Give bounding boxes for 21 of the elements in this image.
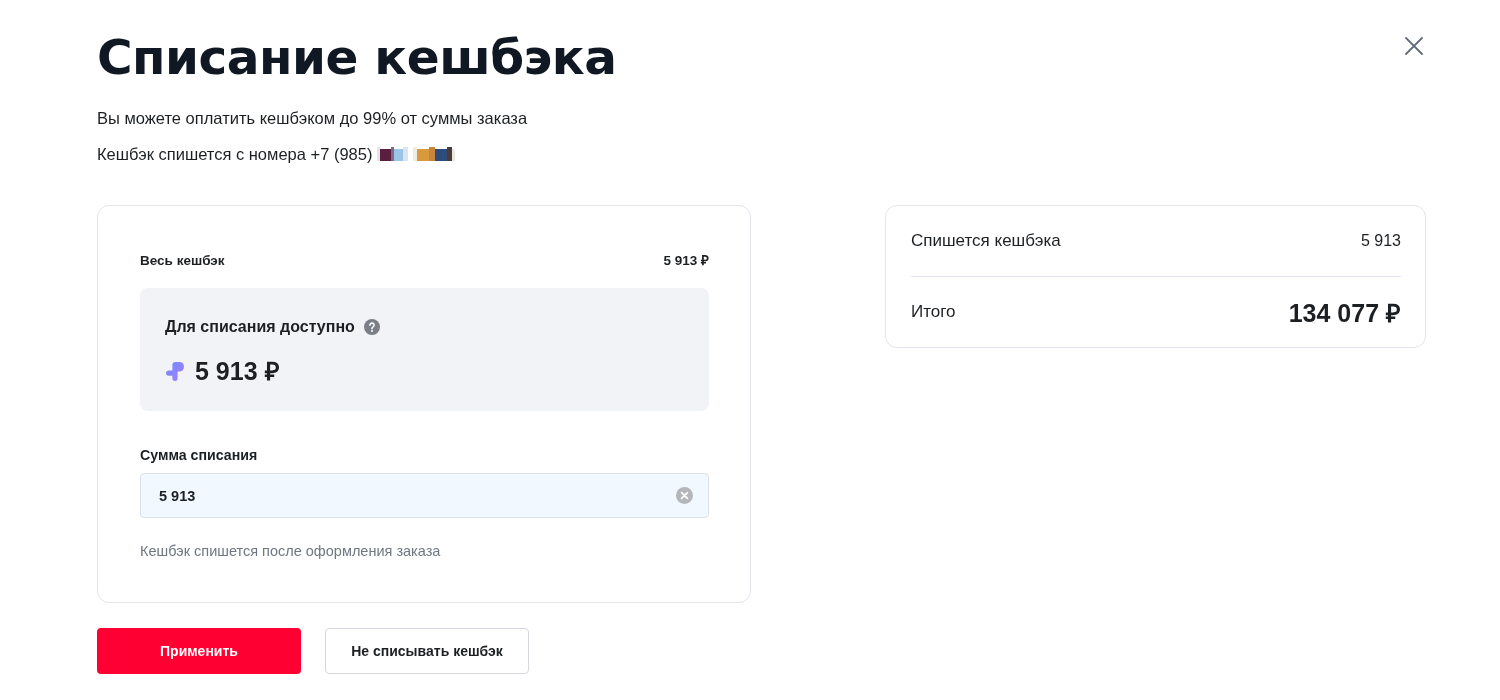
dialog-title: Списание кешбэка	[97, 28, 617, 87]
close-icon	[1405, 37, 1423, 55]
clear-icon[interactable]	[676, 487, 693, 504]
hint-text: Кешбэк спишется после оформления заказа	[140, 542, 441, 560]
total-value: 134 077 ₽	[1288, 298, 1401, 329]
cashback-value: 5 913	[1360, 232, 1401, 250]
amount-input[interactable]: 5 913	[140, 473, 709, 518]
available-label: Для списания доступно	[165, 317, 355, 337]
close-button[interactable]	[1405, 37, 1423, 55]
info-text: Вы можете оплатить кешбэком до 99% от суммы заказа	[97, 108, 528, 128]
cashback-icon	[165, 360, 186, 382]
amount-label: Сумма списания	[140, 446, 258, 464]
skip-cashback-button[interactable]: Не списывать кешбэк	[325, 628, 529, 674]
apply-button[interactable]: Применить	[97, 628, 301, 674]
phone-text: Кешбэк спишется с номера +7 (985)	[97, 144, 373, 164]
help-icon[interactable]	[363, 319, 380, 335]
available-amount: 5 913 ₽	[195, 356, 280, 387]
cashback-label: Спишется кешбэка	[911, 231, 1061, 251]
total-label: Итого	[911, 302, 956, 322]
balance-label: Весь кешбэк	[140, 252, 225, 270]
balance-value: 5 913 ₽	[663, 252, 709, 270]
